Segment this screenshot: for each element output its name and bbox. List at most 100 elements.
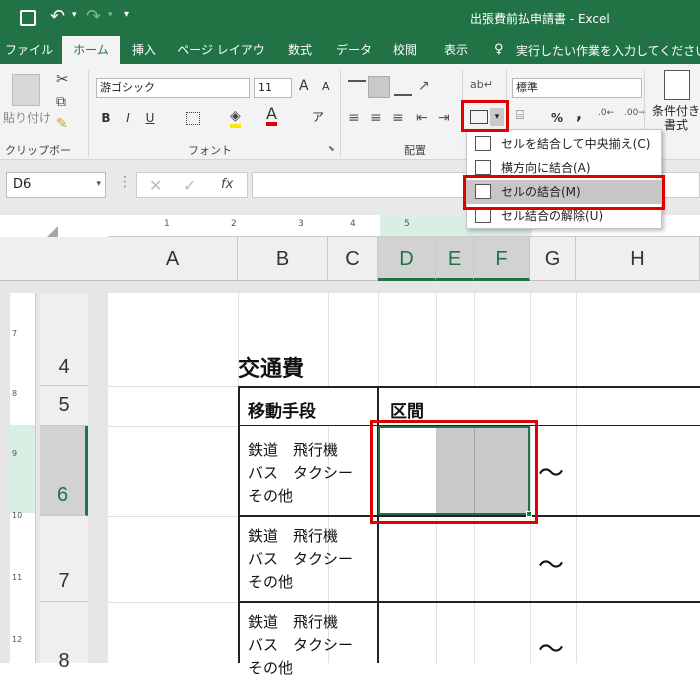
tab-home[interactable]: ホーム: [62, 36, 120, 64]
ruler-mark: 1: [164, 219, 170, 229]
tell-me-box[interactable]: 実行したい作業を入力してください: [516, 42, 700, 59]
fill-color-icon[interactable]: ◈: [230, 108, 241, 128]
column-header-a[interactable]: A: [108, 237, 238, 281]
tab-page-layout[interactable]: ページ レイアウト: [172, 36, 270, 85]
shrink-font-icon[interactable]: A: [322, 80, 330, 93]
font-group-label: フォント: [188, 144, 232, 157]
align-top-icon[interactable]: [348, 80, 366, 96]
insert-function-icon[interactable]: fx: [221, 177, 233, 192]
redo-dropdown-icon[interactable]: ▾: [108, 10, 113, 20]
row-header-8[interactable]: 8: [40, 602, 88, 672]
window-title: 出張費前払申請書 - Excel: [470, 12, 610, 26]
vruler-mark: 10: [12, 511, 23, 520]
name-box-value: D6: [13, 177, 32, 192]
decrease-indent-icon[interactable]: ⇤: [416, 110, 428, 126]
align-center-icon[interactable]: ≡: [370, 110, 382, 126]
align-right-icon[interactable]: ≡: [392, 110, 404, 126]
currency-icon[interactable]: ⌸: [516, 108, 524, 123]
column-header-g[interactable]: G: [530, 237, 576, 281]
align-bottom-icon[interactable]: [394, 80, 412, 96]
conditional-format-icon[interactable]: [664, 70, 690, 100]
orientation-icon[interactable]: ↗: [418, 78, 430, 94]
transport-options-row7: 鉄道 飛行機 バス タクシー その他: [248, 527, 354, 591]
column-header-c[interactable]: C: [328, 237, 378, 281]
undo-icon[interactable]: ↶: [50, 6, 65, 27]
bold-button[interactable]: B: [98, 108, 114, 128]
alignment-group-label: 配置: [404, 144, 426, 157]
lightbulb-icon: ♀: [494, 42, 504, 57]
row-header-6[interactable]: 6: [40, 426, 88, 516]
italic-button[interactable]: I: [120, 108, 136, 128]
conditional-format-label[interactable]: 条件付き書式: [652, 104, 700, 132]
tab-review[interactable]: 校閲: [386, 36, 424, 64]
percent-button[interactable]: %: [548, 108, 566, 128]
cancel-icon[interactable]: ✕: [149, 176, 162, 195]
page-gap: [0, 281, 700, 293]
font-size-box[interactable]: 11: [254, 78, 292, 98]
increase-decimal-icon[interactable]: .0←: [598, 108, 614, 118]
formula-buttons: ✕ ✓ fx: [136, 172, 248, 198]
vruler-mark: 9: [12, 449, 18, 458]
font-color-icon[interactable]: A: [266, 106, 277, 126]
vruler-mark: 12: [12, 635, 23, 644]
tilde-row8: 〜: [538, 635, 565, 665]
tab-view[interactable]: 表示: [436, 36, 476, 64]
name-box-dropdown-icon[interactable]: ▾: [96, 179, 101, 189]
comma-button[interactable]: ,: [572, 104, 586, 124]
enter-icon[interactable]: ✓: [183, 176, 196, 195]
name-box[interactable]: D6 ▾: [6, 172, 106, 198]
formula-bar-grip-icon: ⋮: [118, 174, 132, 190]
paste-icon[interactable]: [12, 74, 40, 106]
column-header-e[interactable]: E: [436, 237, 474, 281]
highlight-merge-cells-item: [463, 175, 665, 210]
column-header-f[interactable]: F: [474, 237, 530, 281]
grow-font-icon[interactable]: A: [299, 78, 309, 94]
format-painter-icon[interactable]: ✎: [56, 116, 68, 132]
borders-icon[interactable]: [186, 112, 200, 125]
font-dialog-launcher-icon[interactable]: ⬊: [328, 144, 335, 153]
save-icon[interactable]: [20, 10, 36, 26]
column-header-d[interactable]: D: [378, 237, 436, 281]
number-format-box[interactable]: 標準: [512, 78, 642, 98]
copy-icon[interactable]: ⧉: [56, 94, 66, 110]
ruler-mark: 2: [231, 219, 237, 229]
menu-merge-center[interactable]: セルを結合して中央揃え(C): [467, 132, 663, 156]
ribbon-tabs: ファイル ホーム 挿入 ページ レイアウト 数式 データ 校閲 表示 ♀ 実行し…: [0, 36, 700, 85]
align-left-icon[interactable]: ≡: [348, 110, 360, 126]
column-header-h[interactable]: H: [576, 237, 700, 281]
tab-insert[interactable]: 挿入: [124, 36, 164, 64]
increase-indent-icon[interactable]: ⇥: [438, 110, 450, 126]
ruler-mark: 3: [298, 219, 304, 229]
row-header-7[interactable]: 7: [40, 516, 88, 602]
wrap-text-icon[interactable]: ab↵: [470, 78, 493, 91]
qat-customize-icon[interactable]: ▾: [124, 9, 129, 20]
phonetic-icon[interactable]: ア: [312, 108, 324, 125]
ruler-mark: 5: [404, 219, 410, 229]
transport-options-row8: 鉄道 飛行機 バス タクシー その他: [248, 613, 354, 677]
vruler-highlight: [10, 425, 35, 513]
title-bar: ↶ ▾ ↷ ▾ ▾ 出張費前払申請書 - Excel: [0, 0, 700, 36]
row-header-4[interactable]: 4: [40, 293, 88, 386]
tab-data[interactable]: データ: [332, 36, 376, 64]
undo-dropdown-icon[interactable]: ▾: [72, 10, 77, 20]
vruler-mark: 11: [12, 573, 23, 582]
paste-button-label[interactable]: 貼り付け: [2, 108, 52, 128]
highlight-selected-range: [370, 420, 538, 524]
unmerge-cells-icon: [475, 208, 491, 223]
tab-file[interactable]: ファイル: [4, 36, 54, 64]
merge-across-icon: [475, 160, 491, 175]
underline-button[interactable]: U: [142, 108, 158, 128]
decrease-decimal-icon[interactable]: .00→: [624, 108, 646, 118]
tilde-row6: 〜: [538, 459, 565, 489]
font-name-box[interactable]: 游ゴシック: [96, 78, 250, 98]
column-header-b[interactable]: B: [238, 237, 328, 281]
transport-options-row6: 鉄道 飛行機 バス タクシー その他: [248, 441, 354, 505]
ruler-mark: 4: [350, 219, 356, 229]
align-middle-icon[interactable]: [368, 76, 390, 98]
tab-formulas[interactable]: 数式: [280, 36, 320, 64]
column-headers: A B C D E F G H: [0, 237, 700, 281]
row-header-5[interactable]: 5: [40, 386, 88, 426]
redo-icon[interactable]: ↷: [86, 6, 101, 27]
scissors-icon[interactable]: ✂: [56, 70, 69, 88]
vertical-ruler: 7 8 9 10 11 12: [10, 293, 36, 663]
